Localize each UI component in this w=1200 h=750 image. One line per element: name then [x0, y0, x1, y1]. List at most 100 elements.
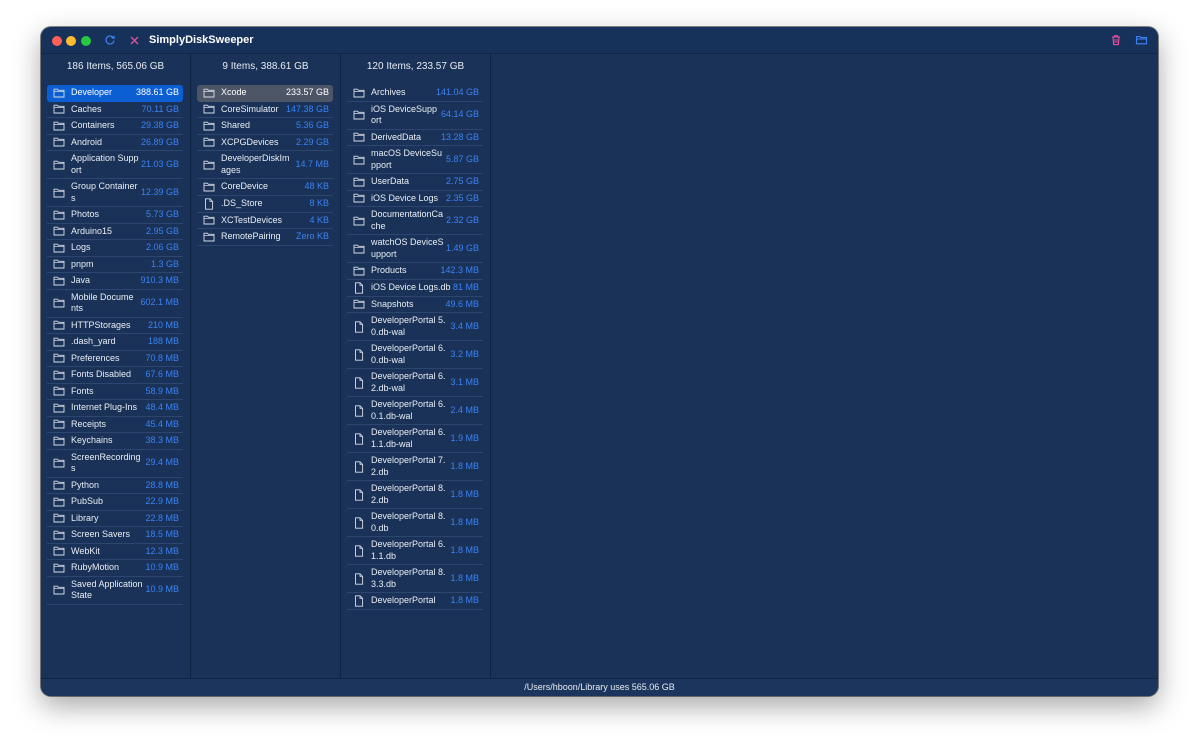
list-item[interactable]: CoreDevice 48 KB	[197, 179, 333, 196]
item-size: 188 MB	[147, 336, 179, 346]
list-item[interactable]: Photos 5.73 GB	[47, 207, 183, 224]
folder-icon	[47, 276, 71, 286]
trash-icon[interactable]	[1108, 32, 1124, 48]
list-item[interactable]: DeveloperPortal 6.0.1.db-wal 2.4 MB	[347, 397, 483, 425]
list-item[interactable]: Caches 70.11 GB	[47, 102, 183, 118]
column-list[interactable]: Xcode 233.57 GB CoreSimulator 147.38 GB Shar…	[197, 85, 333, 678]
item-name: DeveloperPortal 5.0.db-wal	[371, 315, 446, 337]
list-item[interactable]: XCPGDevices 2.29 GB	[197, 135, 333, 151]
list-item[interactable]: Archives 141.04 GB	[347, 85, 483, 102]
list-item[interactable]: Python 28.8 MB	[47, 478, 183, 494]
list-item[interactable]: Keychains 38.3 MB	[47, 433, 183, 450]
close-window-button[interactable]	[52, 36, 62, 46]
item-size: 49.6 MB	[445, 298, 479, 309]
list-item[interactable]: Logs 2.06 GB	[47, 240, 183, 257]
list-item[interactable]: DerivedData 13.28 GB	[347, 130, 483, 146]
list-item[interactable]: DeveloperPortal 6.0.db-wal 3.2 MB	[347, 341, 483, 369]
item-name: DerivedData	[371, 131, 422, 142]
folder-icon	[47, 137, 71, 147]
list-item[interactable]: iOS Device Logs 2.35 GB	[347, 191, 483, 207]
folder-icon	[347, 216, 371, 226]
list-item[interactable]: DeveloperPortal 8.0.db 1.8 MB	[347, 509, 483, 537]
list-item[interactable]: DeveloperPortal 6.2.db-wal 3.1 MB	[347, 369, 483, 397]
list-item[interactable]: Arduino15 2.95 GB	[47, 224, 183, 240]
list-item[interactable]: UserData 2.75 GB	[347, 174, 483, 191]
list-item[interactable]: Xcode 233.57 GB	[197, 85, 333, 102]
list-item[interactable]: RemotePairing Zero KB	[197, 229, 333, 246]
list-item[interactable]: Preferences 70.8 MB	[47, 351, 183, 367]
item-size: 67.6 MB	[145, 369, 179, 379]
folder-icon	[47, 386, 71, 396]
list-item[interactable]: Java 910.3 MB	[47, 273, 183, 290]
list-item[interactable]: Application Support 21.03 GB	[47, 151, 183, 179]
list-item[interactable]: ScreenRecordings 29.4 MB	[47, 450, 183, 478]
list-item[interactable]: Android 26.89 GB	[47, 135, 183, 151]
list-item[interactable]: WebKit 12.3 MB	[47, 544, 183, 560]
list-item[interactable]: Fonts Disabled 67.6 MB	[47, 367, 183, 384]
item-name: iOS Device Logs	[371, 192, 439, 203]
window-title: SimplyDiskSweeper	[149, 34, 254, 46]
list-item[interactable]: DeveloperPortal 6.1.1.db-wal 1.9 MB	[347, 425, 483, 453]
open-folder-icon[interactable]	[1133, 32, 1149, 48]
list-item[interactable]: DeveloperPortal 7.2.db 1.8 MB	[347, 453, 483, 481]
list-item[interactable]: macOS DeviceSupport 5.87 GB	[347, 146, 483, 174]
list-item[interactable]: DeveloperPortal 1.8 MB	[347, 593, 483, 610]
item-name: DeveloperPortal 7.2.db	[371, 455, 446, 477]
file-icon	[347, 544, 371, 557]
item-name: Caches	[71, 103, 102, 114]
column-list[interactable]: Developer 388.61 GB Caches 70.11 GB Containe…	[47, 85, 183, 678]
item-name: Screen Savers	[71, 529, 131, 539]
list-item[interactable]: iOS DeviceSupport 64.14 GB	[347, 102, 483, 130]
list-item[interactable]: .DS_Store 8 KB	[197, 196, 333, 213]
list-item[interactable]: RubyMotion 10.9 MB	[47, 560, 183, 577]
list-item[interactable]: Snapshots 49.6 MB	[347, 297, 483, 313]
list-item[interactable]: CoreSimulator 147.38 GB	[197, 102, 333, 118]
folder-icon	[197, 215, 221, 225]
folder-icon	[47, 403, 71, 413]
list-item[interactable]: XCTestDevices 4 KB	[197, 213, 333, 229]
item-name: DocumentationCache	[371, 209, 444, 231]
item-size: 28.8 MB	[145, 479, 179, 490]
list-item[interactable]: DeveloperDiskImages 14.7 MB	[197, 151, 333, 179]
list-item[interactable]: Group Containers 12.39 GB	[47, 179, 183, 207]
item-size: 64.14 GB	[440, 109, 479, 120]
list-item[interactable]: DeveloperPortal 8.3.3.db 1.8 MB	[347, 565, 483, 593]
item-size: 2.95 GB	[145, 225, 179, 236]
column-list[interactable]: Archives 141.04 GB iOS DeviceSupport 64.14 …	[347, 85, 483, 678]
list-item[interactable]: Fonts 58.9 MB	[47, 384, 183, 400]
list-item[interactable]: Internet Plug-Ins 48.4 MB	[47, 400, 183, 417]
list-item[interactable]: pnpm 1.3 GB	[47, 257, 183, 273]
list-item[interactable]: Receipts 45.4 MB	[47, 417, 183, 433]
list-item[interactable]: Screen Savers 18.5 MB	[47, 527, 183, 544]
item-name: PubSub	[71, 496, 104, 506]
list-item[interactable]: DeveloperPortal 5.0.db-wal 3.4 MB	[347, 313, 483, 341]
list-item[interactable]: Containers 29.38 GB	[47, 118, 183, 135]
list-item[interactable]: Products 142.3 MB	[347, 263, 483, 280]
list-item[interactable]: Saved Application State 10.9 MB	[47, 577, 183, 605]
item-size: 2.29 GB	[295, 136, 329, 147]
list-item[interactable]: iOS Device Logs.db 81 MB	[347, 280, 483, 297]
list-item[interactable]: Mobile Documents 602.1 MB	[47, 290, 183, 318]
folder-icon	[47, 585, 71, 595]
list-item[interactable]: Developer 388.61 GB	[47, 85, 183, 102]
refresh-icon[interactable]	[102, 32, 118, 48]
folder-icon	[47, 480, 71, 490]
item-size: 12.39 GB	[140, 186, 179, 197]
list-item[interactable]: Library 22.8 MB	[47, 511, 183, 527]
close-icon[interactable]	[126, 32, 142, 48]
item-name: Group Containers	[71, 181, 138, 203]
item-name: iOS Device Logs.db	[371, 281, 451, 292]
list-item[interactable]: watchOS DeviceSupport 1.49 GB	[347, 235, 483, 263]
zoom-window-button[interactable]	[81, 36, 91, 46]
list-item[interactable]: .dash_yard 188 MB	[47, 334, 183, 351]
list-item[interactable]: PubSub 22.9 MB	[47, 494, 183, 511]
list-item[interactable]: DocumentationCache 2.32 GB	[347, 207, 483, 235]
list-item[interactable]: DeveloperPortal 6.1.1.db 1.8 MB	[347, 537, 483, 565]
list-item[interactable]: Shared 5.36 GB	[197, 118, 333, 135]
minimize-window-button[interactable]	[66, 36, 76, 46]
folder-icon	[197, 182, 221, 192]
list-item[interactable]: DeveloperPortal 8.2.db 1.8 MB	[347, 481, 483, 509]
file-icon	[347, 595, 371, 607]
list-item[interactable]: HTTPStorages 210 MB	[47, 318, 183, 334]
item-size: 2.75 GB	[445, 176, 479, 186]
